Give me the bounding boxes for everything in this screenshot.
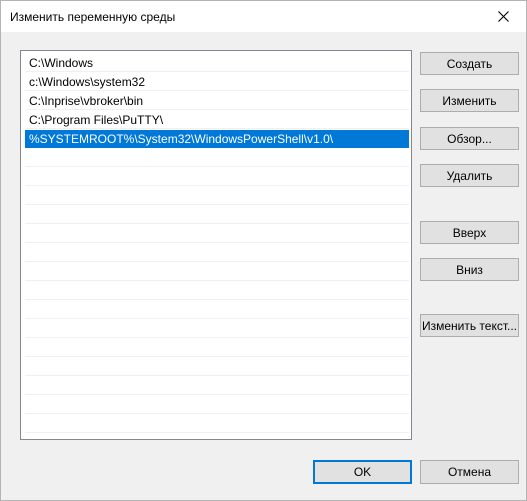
empty-row[interactable] <box>25 301 409 319</box>
empty-row[interactable] <box>25 244 409 262</box>
empty-row[interactable] <box>25 225 409 243</box>
list-item[interactable]: C:\Program Files\PuTTY\ <box>25 111 409 129</box>
list-item[interactable]: c:\Windows\system32 <box>25 73 409 91</box>
move-up-button[interactable]: Вверх <box>420 221 519 244</box>
path-list[interactable]: C:\Windows c:\Windows\system32 C:\Inpris… <box>20 50 412 440</box>
title-bar: Изменить переменную среды <box>1 1 526 32</box>
new-button[interactable]: Создать <box>420 52 519 75</box>
empty-row[interactable] <box>25 263 409 281</box>
edit-text-button[interactable]: Изменить текст... <box>420 314 519 337</box>
empty-row[interactable] <box>25 339 409 357</box>
list-item-selected[interactable]: %SYSTEMROOT%\System32\WindowsPowerShell\… <box>25 130 409 148</box>
list-item[interactable]: C:\Inprise\vbroker\bin <box>25 92 409 110</box>
delete-button[interactable]: Удалить <box>420 164 519 187</box>
ok-button[interactable]: OK <box>313 460 412 484</box>
empty-row[interactable] <box>25 396 409 414</box>
empty-row[interactable] <box>25 282 409 300</box>
empty-row[interactable] <box>25 149 409 167</box>
empty-row[interactable] <box>25 358 409 376</box>
empty-row[interactable] <box>25 206 409 224</box>
empty-row[interactable] <box>25 187 409 205</box>
empty-row[interactable] <box>25 320 409 338</box>
close-button[interactable] <box>480 1 526 32</box>
cancel-button[interactable]: Отмена <box>420 460 519 484</box>
edit-button[interactable]: Изменить <box>420 89 519 112</box>
empty-row[interactable] <box>25 377 409 395</box>
empty-row[interactable] <box>25 168 409 186</box>
dialog-title: Изменить переменную среды <box>10 10 176 24</box>
edit-env-variable-dialog: Изменить переменную среды C:\Windows c:\… <box>0 0 527 501</box>
close-icon <box>497 11 509 22</box>
list-item[interactable]: C:\Windows <box>25 54 409 72</box>
empty-row[interactable] <box>25 415 409 433</box>
browse-button[interactable]: Обзор... <box>420 127 519 150</box>
move-down-button[interactable]: Вниз <box>420 258 519 281</box>
